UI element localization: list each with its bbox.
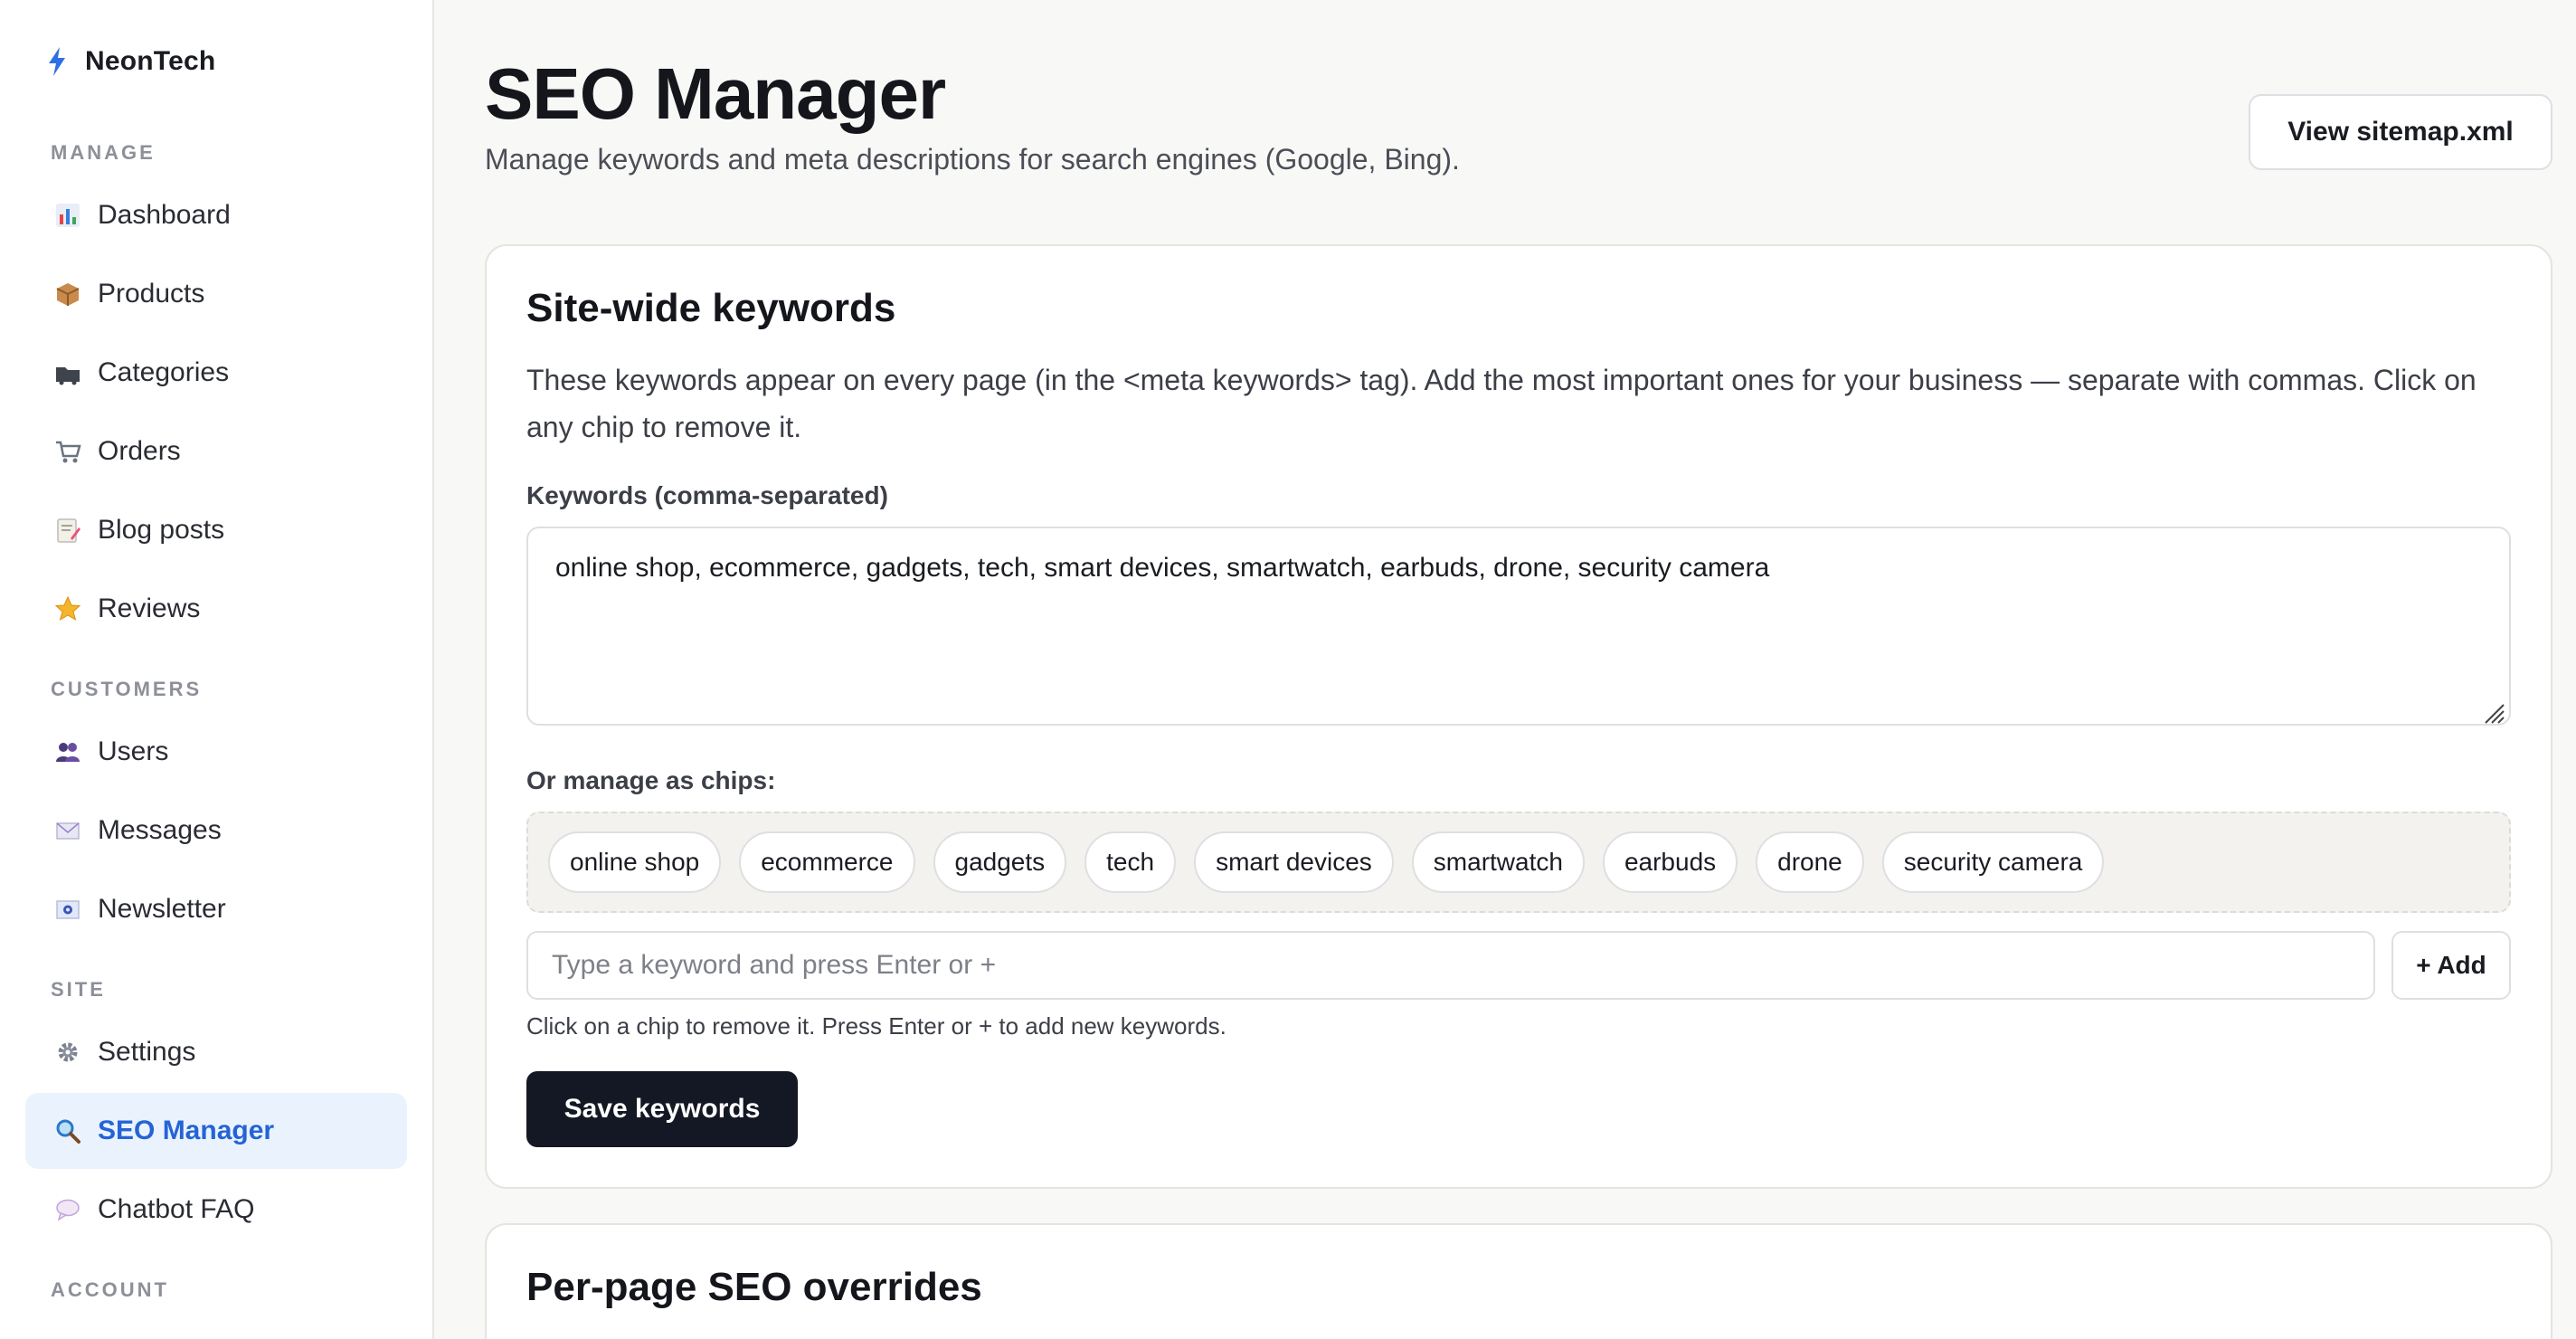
chips-container: online shop ecommerce gadgets tech smart dev… <box>526 812 2511 913</box>
sidebar-item-categories[interactable]: Categories <box>25 335 407 411</box>
sidebar-item-products[interactable]: Products <box>25 256 407 332</box>
sidebar-item-newsletter[interactable]: Newsletter <box>25 871 407 947</box>
keywords-field-label: Keywords (comma-separated) <box>526 481 888 509</box>
sidebar-item-seo-manager[interactable]: SEO Manager <box>25 1093 407 1169</box>
sidebar-item-label: SEO Manager <box>98 1116 275 1145</box>
sidebar-item-blog-posts[interactable]: Blog posts <box>25 492 407 568</box>
sidebar-nav: MANAGE Dashboard Products Categories Orders B… <box>25 141 407 1302</box>
add-keyword-button[interactable]: + Add <box>2391 931 2511 1000</box>
envelope-icon <box>52 815 83 846</box>
site-wide-keywords-card: Site-wide keywords These keywords appear… <box>485 244 2552 1189</box>
sidebar-item-orders[interactable]: Orders <box>25 413 407 489</box>
sidebar-item-label: Messages <box>98 815 222 845</box>
keyword-chip[interactable]: smart devices <box>1194 831 1394 893</box>
page-title: SEO Manager <box>485 53 946 134</box>
bar-chart-icon <box>52 200 83 231</box>
sidebar-section-label: ACCOUNT <box>51 1278 169 1301</box>
sidebar-item-label: Categories <box>98 357 230 387</box>
keyword-chip[interactable]: smartwatch <box>1411 831 1585 893</box>
keywords-textarea[interactable] <box>526 527 2511 726</box>
chips-hint: Click on a chip to remove it. Press Ente… <box>526 1012 1226 1040</box>
magnifier-icon <box>52 1116 83 1146</box>
chips-label: Or manage as chips: <box>526 766 776 794</box>
cart-icon <box>52 436 83 467</box>
card-title: Per-page SEO overrides <box>526 1265 982 1309</box>
sidebar-section-label: SITE <box>51 978 106 1001</box>
main-content: SEO Manager Manage keywords and meta des… <box>434 0 2576 1339</box>
add-keyword-row: + Add <box>526 931 2511 1000</box>
app-root: NeonTech MANAGE Dashboard Products Categori… <box>0 0 2576 1339</box>
brand-name: NeonTech <box>85 46 216 76</box>
sidebar-item-users[interactable]: Users <box>25 714 407 790</box>
sidebar-item-messages[interactable]: Messages <box>25 793 407 869</box>
keyword-chip[interactable]: earbuds <box>1602 831 1738 893</box>
page-subtitle: Manage keywords and meta descriptions fo… <box>485 143 1460 176</box>
add-keyword-input[interactable] <box>526 931 2375 1000</box>
view-sitemap-button[interactable]: View sitemap.xml <box>2249 94 2552 170</box>
sidebar-item-reviews[interactable]: Reviews <box>25 571 407 647</box>
card-description: These keywords appear on every page (in … <box>526 364 2477 443</box>
page-header: SEO Manager Manage keywords and meta des… <box>485 0 2552 244</box>
gear-icon <box>52 1037 83 1068</box>
package-icon <box>52 279 83 309</box>
keyword-chip[interactable]: online shop <box>548 831 722 893</box>
keyword-chip[interactable]: security camera <box>1881 831 2105 893</box>
sidebar-item-label: Chatbot FAQ <box>98 1194 255 1224</box>
sidebar-item-label: Newsletter <box>98 894 226 924</box>
sidebar-item-label: Products <box>98 279 205 309</box>
keyword-chip[interactable]: ecommerce <box>739 831 915 893</box>
lightning-icon <box>49 47 65 76</box>
users-icon <box>52 736 83 767</box>
keyword-chip[interactable]: drone <box>1756 831 1864 893</box>
card-title: Site-wide keywords <box>526 286 896 330</box>
memo-icon <box>52 515 83 546</box>
per-page-seo-card: Per-page SEO overrides <box>485 1223 2552 1339</box>
sidebar-item-label: Blog posts <box>98 515 225 545</box>
sidebar-item-label: Orders <box>98 436 181 466</box>
sidebar-item-dashboard[interactable]: Dashboard <box>25 177 407 253</box>
resize-handle-icon[interactable] <box>2480 699 2505 725</box>
star-icon <box>52 594 83 624</box>
save-keywords-button[interactable]: Save keywords <box>526 1071 798 1147</box>
keywords-textarea-wrap <box>526 527 2511 730</box>
folder-icon <box>52 357 83 388</box>
sidebar-section-label: MANAGE <box>51 141 156 164</box>
sidebar: NeonTech MANAGE Dashboard Products Categori… <box>0 0 434 1339</box>
sidebar-item-label: Dashboard <box>98 200 231 230</box>
keyword-chip[interactable]: gadgets <box>933 831 1067 893</box>
speech-bubble-icon <box>52 1194 83 1225</box>
sidebar-item-label: Users <box>98 736 169 766</box>
sidebar-item-settings[interactable]: Settings <box>25 1014 407 1090</box>
sidebar-item-label: Reviews <box>98 594 201 623</box>
sidebar-item-chatbot-faq[interactable]: Chatbot FAQ <box>25 1172 407 1248</box>
sidebar-item-label: Settings <box>98 1037 196 1067</box>
sidebar-section-label: CUSTOMERS <box>51 678 203 700</box>
brand[interactable]: NeonTech <box>25 0 407 123</box>
newsletter-icon <box>52 894 83 925</box>
keyword-chip[interactable]: tech <box>1084 831 1177 893</box>
